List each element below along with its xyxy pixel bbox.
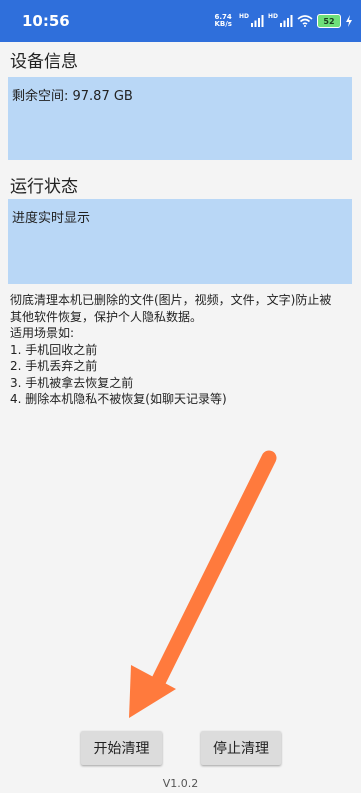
device-info-box: 剩余空间: 97.87 GB	[8, 77, 352, 160]
status-icons: 6.74 KB/s HD HD 52	[214, 13, 353, 29]
hd-label-1: HD	[238, 13, 249, 20]
network-speed-unit: KB/s	[214, 20, 232, 28]
hd-label-2: HD	[267, 13, 278, 20]
description-line: 彻底清理本机已删除的文件(图片，视频，文件，文字)防止被	[10, 293, 332, 307]
charging-icon	[346, 15, 352, 27]
run-status-box: 进度实时显示	[8, 199, 352, 284]
device-info-title: 设备信息	[10, 52, 78, 72]
status-time: 10:56	[22, 12, 70, 30]
wifi-icon	[297, 15, 313, 27]
signal-icon	[250, 15, 264, 27]
start-clean-button[interactable]: 开始清理	[81, 731, 162, 765]
description-line: 1. 手机回收之前	[10, 342, 98, 357]
description: 彻底清理本机已删除的文件(图片，视频，文件，文字)防止被 其他软件恢复，保护个人…	[10, 292, 354, 408]
description-line: 2. 手机丢弃之前	[10, 359, 98, 373]
description-line: 4. 删除本机隐私不被恢复(如聊天记录等)	[10, 392, 227, 406]
stop-clean-button[interactable]: 停止清理	[201, 731, 281, 765]
signal-icon-2	[280, 15, 293, 27]
version-label: V1.0.2	[162, 777, 199, 790]
status-bar: 10:56 6.74 KB/s HD HD 52	[0, 0, 361, 42]
description-line: 3. 手机被拿去恢复之前	[10, 375, 134, 390]
battery-icon: 52	[317, 14, 341, 28]
run-status-text: 进度实时显示	[12, 211, 91, 226]
network-speed: 6.74 KB/s	[214, 14, 231, 28]
device-info-text: 剩余空间: 97.87 GB	[12, 89, 133, 104]
description-line: 适用场景如:	[10, 326, 75, 340]
description-line: 其他软件恢复，保护个人隐私数据。	[10, 309, 203, 324]
run-status-title: 运行状态	[10, 177, 78, 197]
